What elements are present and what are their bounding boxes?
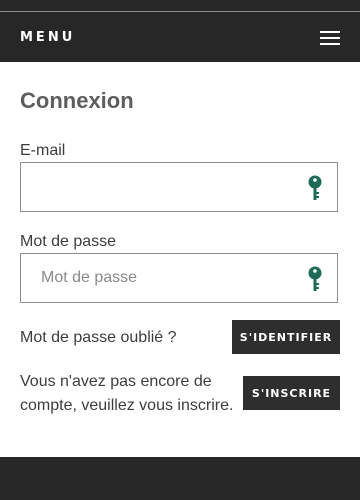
email-label: E-mail — [20, 142, 66, 159]
signup-text-line1: Vous n'avez pas encore de — [20, 373, 212, 390]
key-icon — [308, 266, 322, 291]
password-label: Mot de passe — [20, 233, 117, 250]
key-icon — [308, 175, 322, 200]
login-button[interactable]: S'IDENTIFIER — [232, 320, 340, 354]
forgot-password-link[interactable]: Mot de passe oublié ? — [20, 326, 177, 350]
signup-text-line2: compte, veuillez vous inscrire. — [20, 397, 234, 414]
page-title: Connexion — [20, 88, 134, 113]
menu-label[interactable]: MENU — [20, 30, 75, 45]
hamburger-menu-icon[interactable] — [320, 31, 340, 45]
top-divider — [0, 11, 360, 12]
top-bar: MENU — [0, 0, 360, 62]
signup-button[interactable]: S'INSCRIRE — [243, 376, 340, 410]
footer — [0, 457, 360, 500]
email-field[interactable] — [21, 163, 291, 211]
email-field-container[interactable] — [20, 162, 338, 212]
password-field[interactable] — [21, 254, 291, 302]
password-field-container[interactable] — [20, 253, 338, 303]
